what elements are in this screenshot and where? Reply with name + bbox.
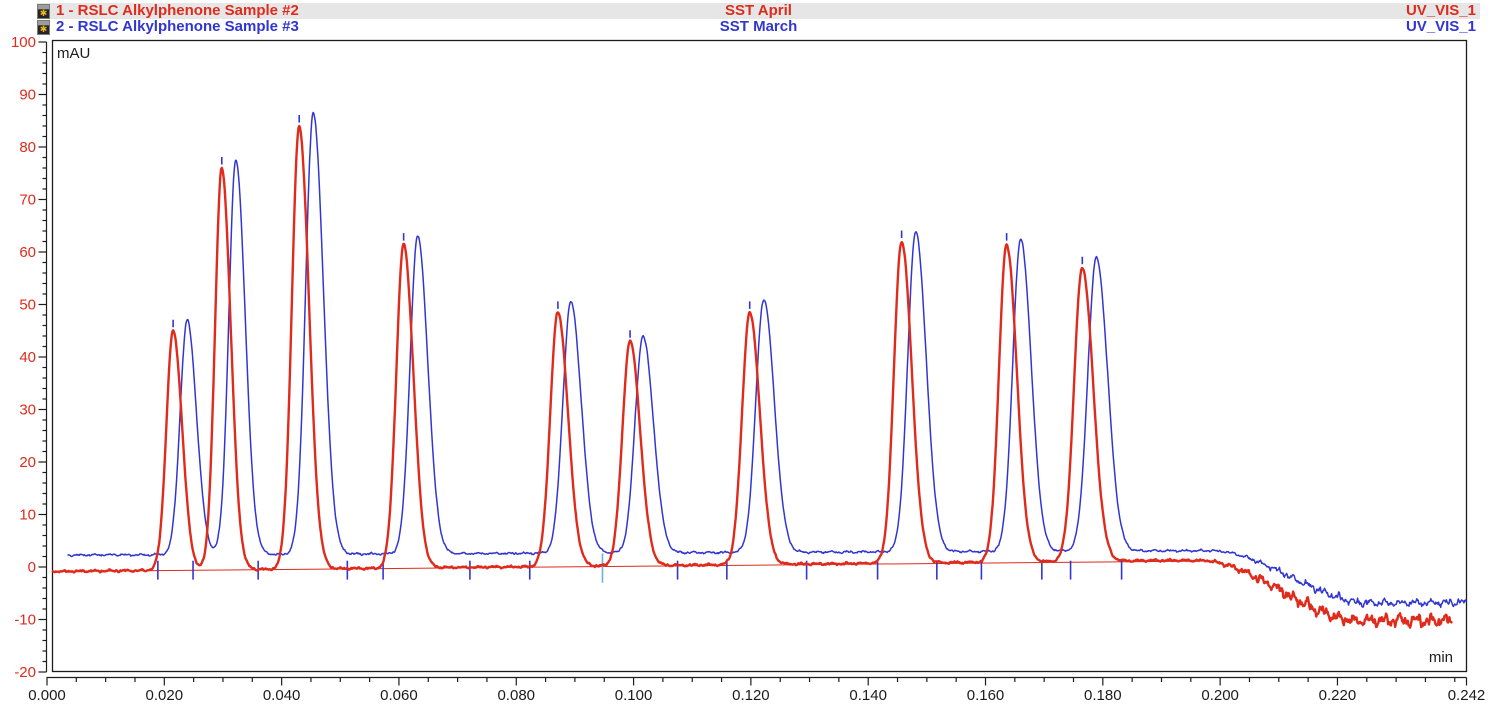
- x-tick-label: 0.180: [1084, 687, 1122, 704]
- y-tick-label: 80: [19, 139, 36, 156]
- x-tick-label: 0.040: [263, 687, 301, 704]
- y-tick-label: 90: [19, 87, 36, 104]
- x-axis: 0.000 0.020 0.040 0.060 0.080 0.100 0.120 0.140…: [28, 678, 1485, 705]
- x-tick-label: 0.120: [732, 687, 770, 704]
- chromatogram-window: 1 - RSLC Alkylphenone Sample #2 SST Apri…: [0, 0, 1490, 714]
- y-tick-label: -20: [14, 664, 36, 681]
- x-tick-label: 0.000: [28, 687, 66, 704]
- legend-row-sample-2[interactable]: 1 - RSLC Alkylphenone Sample #2 SST Apri…: [37, 3, 1480, 19]
- y-tick-label: 60: [19, 244, 36, 261]
- x-tick-label: 0.080: [497, 687, 535, 704]
- legend-channel-name: UV_VIS_1: [1406, 19, 1480, 35]
- y-tick-label: -10: [14, 612, 36, 629]
- y-axis: -20 -10 0 10 20 30 40 50 60 70 80 90 100: [11, 34, 47, 681]
- legend-channel-name: UV_VIS_1: [1406, 3, 1480, 19]
- y-tick-label: 10: [19, 507, 36, 524]
- x-tick-label: 0.060: [380, 687, 418, 704]
- overlay-legend: 1 - RSLC Alkylphenone Sample #2 SST Apri…: [37, 3, 1480, 35]
- x-tick-label: 0.160: [967, 687, 1005, 704]
- x-tick-label: 0.100: [615, 687, 653, 704]
- y-tick-label: 100: [11, 34, 36, 51]
- y-tick-label: 0: [28, 559, 36, 576]
- legend-sample-name: 1 - RSLC Alkylphenone Sample #2: [56, 3, 299, 19]
- x-tick-label: 0.242: [1448, 687, 1486, 704]
- y-tick-label: 30: [19, 402, 36, 419]
- y-tick-label: 20: [19, 454, 36, 471]
- x-tick-label: 0.220: [1319, 687, 1357, 704]
- y-tick-label: 40: [19, 349, 36, 366]
- injection-vial-icon: [37, 20, 50, 35]
- x-tick-label: 0.200: [1201, 687, 1239, 704]
- x-axis-unit-label: min: [1429, 649, 1453, 666]
- chromatogram-plot[interactable]: -20-1001020304050607080901000.0000.0200.…: [0, 0, 1490, 714]
- y-axis-unit-label: mAU: [57, 45, 90, 62]
- x-tick-label: 0.020: [146, 687, 184, 704]
- y-tick-label: 70: [19, 192, 36, 209]
- peak-boundary-marks: [158, 553, 1122, 582]
- legend-row-sample-3[interactable]: 2 - RSLC Alkylphenone Sample #3 SST Marc…: [37, 19, 1480, 35]
- trace-sst-april-red: [53, 126, 1452, 628]
- x-tick-label: 0.140: [849, 687, 887, 704]
- trace-sst-march-blue: [68, 113, 1466, 608]
- y-tick-label: 50: [19, 297, 36, 314]
- injection-vial-icon: [37, 4, 50, 19]
- legend-sample-name: 2 - RSLC Alkylphenone Sample #3: [56, 19, 299, 35]
